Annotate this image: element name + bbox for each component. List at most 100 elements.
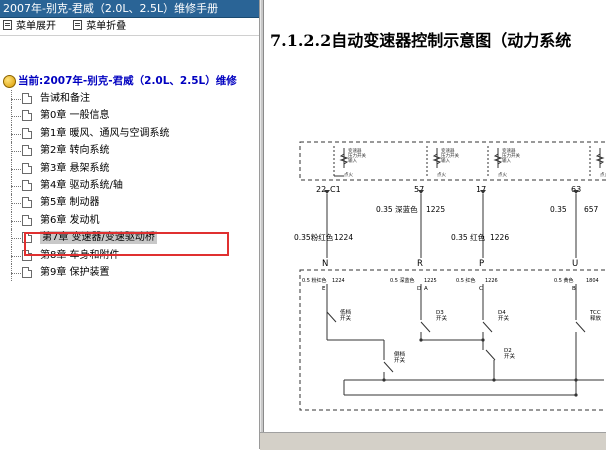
module-input-3	[487, 146, 503, 176]
tree-root-label: 当前:2007年-别克-君威（2.0L、2.5L）维修	[18, 75, 237, 87]
lower-wire-label: 1224	[332, 278, 345, 284]
expand-menu-label: 菜单展开	[16, 21, 56, 32]
module-label: 变速器压力开关输入	[441, 147, 459, 164]
tree-root[interactable]: 当前:2007年-别克-君威（2.0L、2.5L）维修	[0, 72, 259, 90]
module-input-2	[426, 146, 442, 176]
tree-item-label: 第6章 发动机	[40, 214, 100, 226]
page-icon	[22, 145, 32, 157]
pin-number: 57	[414, 185, 424, 194]
junction-dot	[481, 338, 485, 342]
tree-item-notices[interactable]: 告诫和备注	[0, 90, 259, 108]
tree-item-label: 第9章 保护装置	[40, 266, 110, 278]
switch-label: D3 开关	[436, 310, 448, 322]
module-label-line: 变速器	[441, 147, 455, 154]
switch-contact	[326, 311, 337, 323]
book-icon	[3, 75, 16, 88]
document-icon	[3, 20, 12, 30]
switch-contact	[485, 349, 496, 361]
module-label-line: 压力开关	[441, 152, 459, 159]
wiring-diagram: 变速器压力开关输入 变速器压力开关输入 变速器压力开关输入 点火 点火 点火 点…	[294, 141, 606, 411]
ignition-label: 点火	[437, 172, 446, 178]
wire-label: 657	[584, 205, 599, 214]
tree-item-chapter-3[interactable]: 第3章 悬架系统	[0, 159, 259, 178]
tree-item-label: 告诫和备注	[40, 93, 90, 104]
switch-label-line: 开关	[436, 314, 448, 322]
wire-label: 0.35 深蓝色	[376, 204, 418, 214]
lower-wire-label: 1226	[485, 278, 498, 284]
module-label-line: 变速器	[348, 147, 362, 154]
tree-item-chapter-9[interactable]: 第9章 保护装置	[0, 263, 259, 282]
switch-label-line: 开关	[394, 356, 406, 364]
module-label-line: 输入	[441, 157, 450, 164]
switch-contact	[482, 321, 493, 333]
collapse-menu-label: 菜单折叠	[86, 21, 127, 32]
switch-label-line: 低档	[340, 308, 352, 316]
tree-item-chapter-2[interactable]: 第2章 转向系统	[0, 142, 259, 160]
tree-item-label: 第4章 驱动系统/轴	[40, 179, 123, 191]
switch-label: 倒档开关	[394, 350, 406, 364]
bottom-pin: A	[424, 286, 428, 292]
tree-item-chapter-5[interactable]: 第5章 制动器	[0, 194, 259, 213]
lower-wire-label: 1804	[586, 278, 599, 284]
connector-letter: P	[479, 259, 484, 269]
switch-contact	[420, 321, 431, 333]
switch-label: D2 开关	[504, 348, 516, 360]
module-label-line: 变速器	[502, 147, 516, 154]
ignition-label: 点火	[498, 172, 507, 178]
tree-item-chapter-0[interactable]: 第0章 一般信息	[0, 107, 259, 126]
navigation-pane: 2007年-别克-君威（2.0L、2.5L）维修手册 菜单展开 菜单折叠 当前:…	[0, 0, 260, 449]
tree-item-chapter-4[interactable]: 第4章 驱动系统/轴	[0, 176, 259, 195]
collapse-menu-button[interactable]: 菜单折叠	[73, 18, 126, 35]
wire-label: 0.35 红色	[451, 232, 486, 242]
junction-dot	[382, 378, 386, 382]
pin-number: C1	[330, 185, 341, 194]
switch-label-line: 开关	[340, 314, 352, 322]
module-label-line: 输入	[348, 157, 357, 164]
module-label: 变速器压力开关输入	[348, 147, 366, 164]
window-title: 2007年-别克-君威（2.0L、2.5L）维修手册	[0, 0, 259, 18]
pin-number: 22	[316, 185, 326, 194]
page-icon	[22, 197, 32, 209]
tree-item-label: 第1章 暖风、通风与空调系统	[40, 127, 170, 139]
switch-label-line: 开关	[504, 352, 516, 360]
expand-menu-button[interactable]: 菜单展开	[3, 18, 56, 35]
switch-label: TCC 释放	[589, 310, 602, 322]
status-strip	[260, 432, 606, 450]
highlight-annotation-box	[24, 232, 229, 256]
module-label-line: 输入	[502, 157, 511, 164]
tree-item-label: 第0章 一般信息	[40, 110, 110, 122]
page-icon	[22, 266, 32, 278]
lower-wire-label: 0.5 粉红色	[302, 277, 327, 284]
module-label-line: 压力开关	[502, 152, 520, 159]
bottom-pin: B	[572, 286, 576, 292]
tree-item-label: 第3章 悬架系统	[40, 162, 110, 174]
connector-letter: N	[322, 259, 328, 269]
tree-item-chapter-1[interactable]: 第1章 暖风、通风与空调系统	[0, 124, 259, 143]
module-input-1	[333, 146, 349, 177]
wire-label: 1225	[426, 205, 445, 214]
wire-label: 1226	[490, 233, 509, 242]
module-input-4	[589, 146, 605, 176]
wire-label: 0.35粉红色	[294, 232, 334, 242]
connector-letter: U	[572, 259, 578, 269]
switch-label-line: 倒档	[394, 350, 406, 358]
switch-contact	[575, 321, 586, 333]
junction-dot	[492, 378, 496, 382]
page-icon	[22, 162, 32, 174]
wire-label: 0.35	[550, 205, 567, 214]
ignition-label: 点火	[600, 172, 606, 178]
ignition-label: 点火	[344, 172, 353, 178]
page-icon	[22, 93, 32, 104]
junction-dot	[574, 393, 578, 397]
switch-label: 低档开关	[340, 308, 352, 322]
junction-dot	[419, 338, 423, 342]
document-icon	[73, 20, 83, 30]
page-icon	[22, 179, 32, 191]
wire-label: 1224	[334, 233, 353, 242]
pin-number: 17	[476, 185, 486, 194]
tree-item-chapter-6[interactable]: 第6章 发动机	[0, 211, 259, 230]
page-icon	[22, 214, 32, 226]
module-label-line: 压力开关	[348, 152, 366, 159]
content-pane: 7.1.2.2自动变速器控制示意图（动力系统 变速器压力开关输入 变速器压力开关…	[264, 0, 606, 449]
tree-toolbar: 菜单展开 菜单折叠	[0, 18, 259, 36]
